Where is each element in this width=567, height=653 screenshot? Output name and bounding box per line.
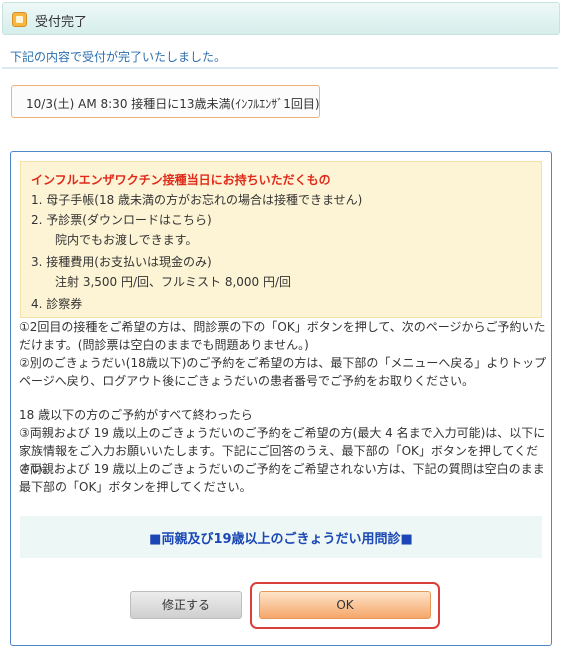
instructions-panel: インフルエンザワクチン接種当日にお持ちいただくもの 1. 母子手帳(18 歳未満…: [10, 151, 552, 646]
notice-item-4: 4. 診察券: [31, 297, 83, 311]
reservation-summary-text: 10/3(土) AM 8:30 接種日に13歳未満(ｲﾝﾌﾙｴﾝｻﾞ1回目): [26, 97, 320, 111]
notice-item-1: 1. 母子手帳(18 歳未満の方がお忘れの場合は接種できません): [31, 193, 363, 207]
notice-title: インフルエンザワクチン接種当日にお持ちいただくもの: [31, 173, 331, 187]
instruction-paragraph-3: 18 歳以下の方のご予約がすべて終わったら: [19, 408, 253, 422]
notice-item-3-note: 注射 3,500 円/回、フルミスト 8,000 円/回: [55, 275, 292, 289]
edit-button[interactable]: 修正する: [130, 591, 242, 619]
instruction-paragraph-2: ②別のごきょうだい(18歳以下)のご予約をご希望の方は、最下部の「メニューへ戻る…: [19, 356, 547, 388]
page-header: 受付完了: [2, 2, 560, 35]
intro-message: 下記の内容で受付が完了いたしました。: [10, 50, 227, 64]
instruction-paragraph-1: ①2回目の接種をご希望の方は、問診票の下の「OK」ボタンを押して、次のページから…: [19, 320, 546, 352]
question-section-title: ■両親及び19歳以上のごきょうだい用問診■: [149, 532, 413, 547]
reservation-summary: 10/3(土) AM 8:30 接種日に13歳未満(ｲﾝﾌﾙｴﾝｻﾞ1回目): [11, 85, 320, 118]
notice-item-2: 2. 予診票(ダウンロードはこちら): [31, 213, 212, 227]
notice-item-3: 3. 接種費用(お支払いは現金のみ): [31, 255, 212, 269]
package-icon: [12, 12, 27, 27]
question-section-header: ■両親及び19歳以上のごきょうだい用問診■: [20, 516, 542, 558]
ok-button[interactable]: OK: [259, 591, 431, 619]
notice-item-2-note: 院内でもお渡しできます。: [55, 233, 198, 247]
ok-button-highlight: OK: [250, 582, 440, 629]
instruction-paragraph-5: ④両親および 19 歳以上のごきょうだいのご予約をご希望されない方は、下記の質問…: [19, 462, 545, 494]
divider: [2, 67, 558, 69]
notice-box: インフルエンザワクチン接種当日にお持ちいただくもの 1. 母子手帳(18 歳未満…: [20, 161, 542, 318]
page-title: 受付完了: [35, 15, 88, 30]
